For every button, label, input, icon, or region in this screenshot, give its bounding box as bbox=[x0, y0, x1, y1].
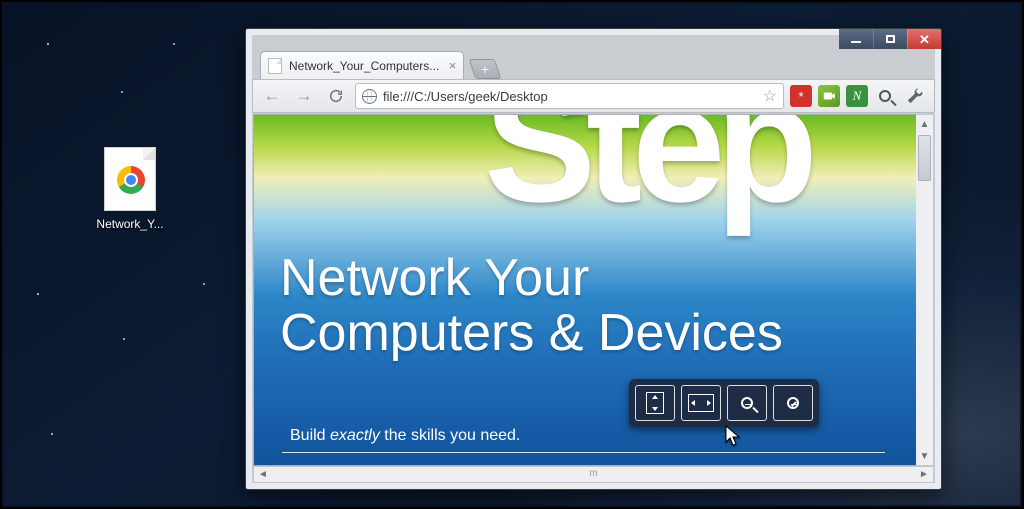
article-frame: Network_Y... ✕ Network_Your_Computers...… bbox=[0, 0, 1024, 509]
close-button[interactable]: ✕ bbox=[907, 29, 941, 49]
chrome-icon bbox=[117, 166, 145, 194]
browser-toolbar: ← → file:///C:/Users/geek/Desktop ☆ * N bbox=[252, 79, 935, 113]
fit-width-button[interactable] bbox=[681, 385, 721, 421]
window-caption-buttons: ✕ bbox=[839, 29, 941, 49]
scroll-marker: m bbox=[589, 468, 597, 479]
url-text: file:///C:/Users/geek/Desktop bbox=[383, 89, 548, 104]
extension-green-icon[interactable] bbox=[818, 85, 840, 107]
hscroll-track[interactable]: m bbox=[272, 467, 915, 482]
scroll-up-arrow-icon[interactable]: ▲ bbox=[916, 115, 933, 133]
desktop-file-shortcut[interactable]: Network_Y... bbox=[82, 147, 178, 231]
scroll-left-arrow-icon[interactable]: ◄ bbox=[254, 469, 272, 480]
scroll-thumb[interactable] bbox=[918, 135, 931, 181]
extension-evernote-icon[interactable]: N bbox=[846, 85, 868, 107]
reload-button[interactable] bbox=[323, 83, 349, 109]
file-icon bbox=[104, 147, 156, 211]
book-subtitle: Build exactly the skills you need. bbox=[290, 427, 520, 445]
zoom-in-button[interactable] bbox=[773, 385, 813, 421]
desktop-file-label: Network_Y... bbox=[82, 217, 178, 231]
pdf-viewport[interactable]: Step Network Your Computers & Devices Bu… bbox=[253, 114, 934, 466]
vertical-scrollbar[interactable]: ▲ ▼ bbox=[916, 114, 934, 466]
fit-page-button[interactable] bbox=[635, 385, 675, 421]
tab-title: Network_Your_Computers... bbox=[289, 59, 439, 73]
zoom-out-button[interactable] bbox=[727, 385, 767, 421]
forward-button[interactable]: → bbox=[291, 83, 317, 109]
scroll-down-arrow-icon[interactable]: ▼ bbox=[916, 447, 933, 465]
chrome-window: ✕ Network_Your_Computers... × + ← → file… bbox=[245, 28, 942, 490]
divider-line bbox=[282, 452, 885, 453]
page-icon bbox=[268, 58, 282, 74]
minimize-button[interactable] bbox=[839, 29, 873, 49]
banner-step-text: Step bbox=[484, 114, 808, 227]
scroll-right-arrow-icon[interactable]: ► bbox=[915, 469, 933, 480]
address-bar[interactable]: file:///C:/Users/geek/Desktop ☆ bbox=[355, 83, 784, 109]
book-title: Network Your Computers & Devices bbox=[280, 251, 783, 361]
browser-tab[interactable]: Network_Your_Computers... × bbox=[260, 51, 464, 79]
settings-wrench-icon[interactable] bbox=[902, 83, 928, 109]
pdf-toolbar bbox=[629, 379, 819, 427]
bookmark-star-icon[interactable]: ☆ bbox=[763, 86, 777, 106]
horizontal-scrollbar[interactable]: ◄ m ► bbox=[253, 466, 934, 483]
back-button[interactable]: ← bbox=[259, 83, 285, 109]
globe-icon bbox=[362, 89, 377, 104]
extension-lastpass-icon[interactable]: * bbox=[790, 85, 812, 107]
maximize-button[interactable] bbox=[873, 29, 907, 49]
tab-close-icon[interactable]: × bbox=[449, 59, 457, 72]
new-tab-button[interactable]: + bbox=[469, 59, 501, 79]
extension-search-icon[interactable] bbox=[874, 85, 896, 107]
tab-strip: Network_Your_Computers... × + bbox=[260, 51, 927, 79]
